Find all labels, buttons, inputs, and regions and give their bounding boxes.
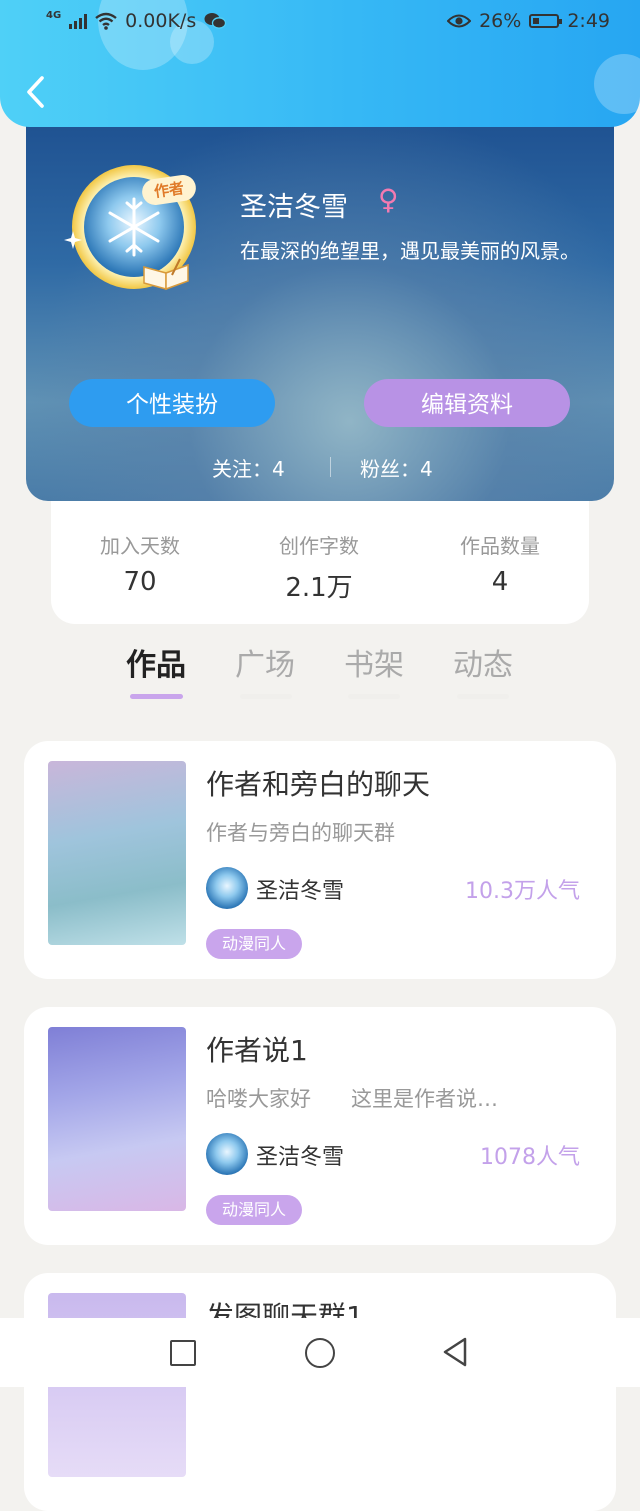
female-icon: ♀ xyxy=(378,183,399,216)
decorate-button[interactable]: 个性装扮 xyxy=(69,379,275,427)
status-bar: 4G 0.00K/s 26% 2:49 xyxy=(0,0,640,45)
eye-icon xyxy=(447,14,472,28)
stat-label: 创作字数 xyxy=(279,534,359,558)
stat-value: 2.1万 xyxy=(285,573,353,603)
works-list: 作者和旁白的聊天 作者与旁白的聊天群 圣洁冬雪 10.3万人气 动漫同人 作者说… xyxy=(0,715,640,1511)
tab-bar: 作品 广场 书架 动态 xyxy=(0,640,640,700)
tab-works[interactable]: 作品 xyxy=(101,640,211,684)
followers-count[interactable]: 粉丝：4 xyxy=(360,453,433,482)
tab-indicator xyxy=(240,694,292,699)
network-speed: 0.00K/s xyxy=(125,10,197,32)
profile-card: 作者 圣洁冬雪 ♀ 在最深的绝望里，遇见最美丽的风景。 个性装扮 编辑资料 关注… xyxy=(26,105,614,501)
stat-label: 加入天数 xyxy=(100,534,180,558)
work-card[interactable]: 作者说1 哈喽大家好 这里是作者说… 圣洁冬雪 1078人气 动漫同人 xyxy=(24,1007,616,1245)
work-title: 作者和旁白的聊天 xyxy=(206,768,431,801)
stats-card: 加入天数 70 创作字数 2.1万 作品数量 4 xyxy=(51,500,589,624)
star-icon xyxy=(64,231,82,249)
stat-work-count: 作品数量 4 xyxy=(420,530,580,597)
author-name: 圣洁冬雪 xyxy=(256,879,345,904)
tab-bookshelf[interactable]: 书架 xyxy=(319,640,429,684)
tab-indicator xyxy=(130,694,183,699)
work-desc: 作者与旁白的聊天群 xyxy=(206,821,395,845)
edit-profile-button[interactable]: 编辑资料 xyxy=(364,379,570,427)
follow-stats: 关注：4 粉丝：4 xyxy=(26,453,614,483)
clock: 2:49 xyxy=(567,10,610,32)
work-cover xyxy=(48,761,186,945)
triangle-back-icon[interactable] xyxy=(440,1336,470,1368)
square-icon[interactable] xyxy=(170,1340,196,1366)
category-tag[interactable]: 动漫同人 xyxy=(206,929,303,959)
work-card[interactable]: 作者和旁白的聊天 作者与旁白的聊天群 圣洁冬雪 10.3万人气 动漫同人 xyxy=(24,741,616,979)
back-icon[interactable] xyxy=(22,73,52,111)
author-name: 圣洁冬雪 xyxy=(256,1145,345,1170)
user-bio: 在最深的绝望里，遇见最美丽的风景。 xyxy=(240,239,580,263)
book-icon xyxy=(143,258,189,291)
popularity: 10.3万人气 xyxy=(465,879,580,904)
decor-bubble xyxy=(594,54,640,114)
category-tag[interactable]: 动漫同人 xyxy=(206,1195,303,1225)
tab-indicator xyxy=(348,694,400,699)
work-card[interactable]: 发图聊天群1 xyxy=(24,1273,616,1511)
system-nav-bar xyxy=(0,1318,640,1387)
popularity: 1078人气 xyxy=(480,1145,580,1170)
author-avatar xyxy=(206,1133,248,1175)
wechat-icon xyxy=(204,13,227,29)
battery-percent: 26% xyxy=(479,10,522,32)
following-count[interactable]: 关注：4 xyxy=(212,453,285,482)
tab-moments[interactable]: 动态 xyxy=(428,640,538,684)
author-avatar xyxy=(206,867,248,909)
avatar[interactable]: 作者 xyxy=(64,165,204,297)
circle-icon[interactable] xyxy=(305,1338,335,1368)
divider xyxy=(330,457,331,477)
stat-join-days: 加入天数 70 xyxy=(60,530,220,597)
stat-value: 4 xyxy=(491,567,509,597)
tab-indicator xyxy=(457,694,509,699)
stat-word-count: 创作字数 2.1万 xyxy=(239,530,399,604)
tab-square[interactable]: 广场 xyxy=(210,640,320,684)
battery-icon xyxy=(529,14,563,28)
work-desc: 哈喽大家好 这里是作者说… xyxy=(206,1087,499,1111)
work-cover xyxy=(48,1027,186,1211)
stat-label: 作品数量 xyxy=(460,534,540,558)
work-title: 作者说1 xyxy=(206,1034,308,1067)
wifi-icon xyxy=(95,12,117,30)
signal-icon xyxy=(69,13,88,29)
stat-value: 70 xyxy=(123,567,157,597)
user-name: 圣洁冬雪 xyxy=(240,192,348,223)
network-type: 4G xyxy=(46,9,62,21)
